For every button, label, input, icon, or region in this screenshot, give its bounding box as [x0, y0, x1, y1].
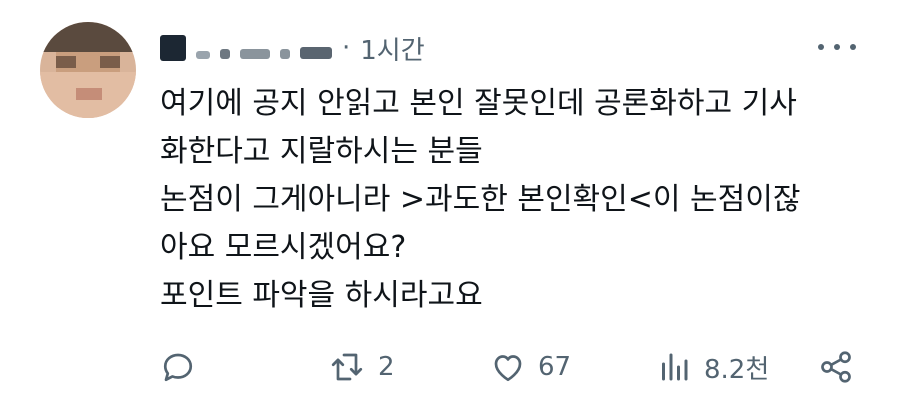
separator-dot: ·	[342, 33, 351, 63]
retweet-icon	[331, 353, 363, 381]
retweet-button[interactable]: 2	[328, 345, 395, 389]
redacted-block	[220, 49, 230, 59]
redacted-block	[196, 51, 210, 59]
avatar[interactable]	[40, 22, 136, 118]
action-bar: 2 67 8.2천	[160, 345, 860, 389]
like-count: 67	[538, 352, 572, 382]
tweet-line: 포인트 파악을 하시라고요	[160, 278, 483, 313]
reply-icon	[163, 353, 193, 382]
avatar-mouth	[76, 88, 102, 100]
like-icon	[494, 355, 522, 382]
tweet-time[interactable]: 1시간	[360, 30, 424, 67]
redacted-block	[240, 49, 270, 59]
views-count: 8.2천	[704, 354, 770, 385]
tweet-text: 여기에 공지 안읽고 본인 잘못인데 공론화하고 기사 화한다고 지랄하시는 분…	[160, 80, 860, 320]
avatar-hair	[40, 22, 136, 52]
reply-button[interactable]	[160, 345, 208, 389]
tweet-line: 화한다고 지랄하시는 분들	[160, 134, 483, 169]
more-icon	[850, 44, 856, 50]
redacted-block	[280, 49, 290, 59]
avatar-eye-right	[100, 56, 120, 68]
share-button[interactable]	[818, 345, 854, 389]
tweet-header: · 1시간	[160, 28, 425, 68]
redacted-name[interactable]	[160, 35, 186, 61]
like-button[interactable]: 67	[490, 345, 571, 389]
tweet-line: 논점이 그게아니라 >과도한 본인확인<이 논점이잖	[160, 182, 801, 217]
retweet-count: 2	[378, 352, 395, 382]
views-icon	[662, 353, 688, 381]
more-icon	[818, 44, 824, 50]
avatar-eye-left	[56, 56, 76, 68]
tweet-line: 여기에 공지 안읽고 본인 잘못인데 공론화하고 기사	[160, 86, 797, 121]
tweet-line: 아요 모르시겠어요?	[160, 230, 407, 265]
share-icon	[821, 351, 851, 383]
more-button[interactable]	[818, 40, 856, 54]
redacted-handle	[300, 47, 332, 59]
more-icon	[834, 44, 840, 50]
views-button[interactable]: 8.2천	[656, 345, 769, 389]
